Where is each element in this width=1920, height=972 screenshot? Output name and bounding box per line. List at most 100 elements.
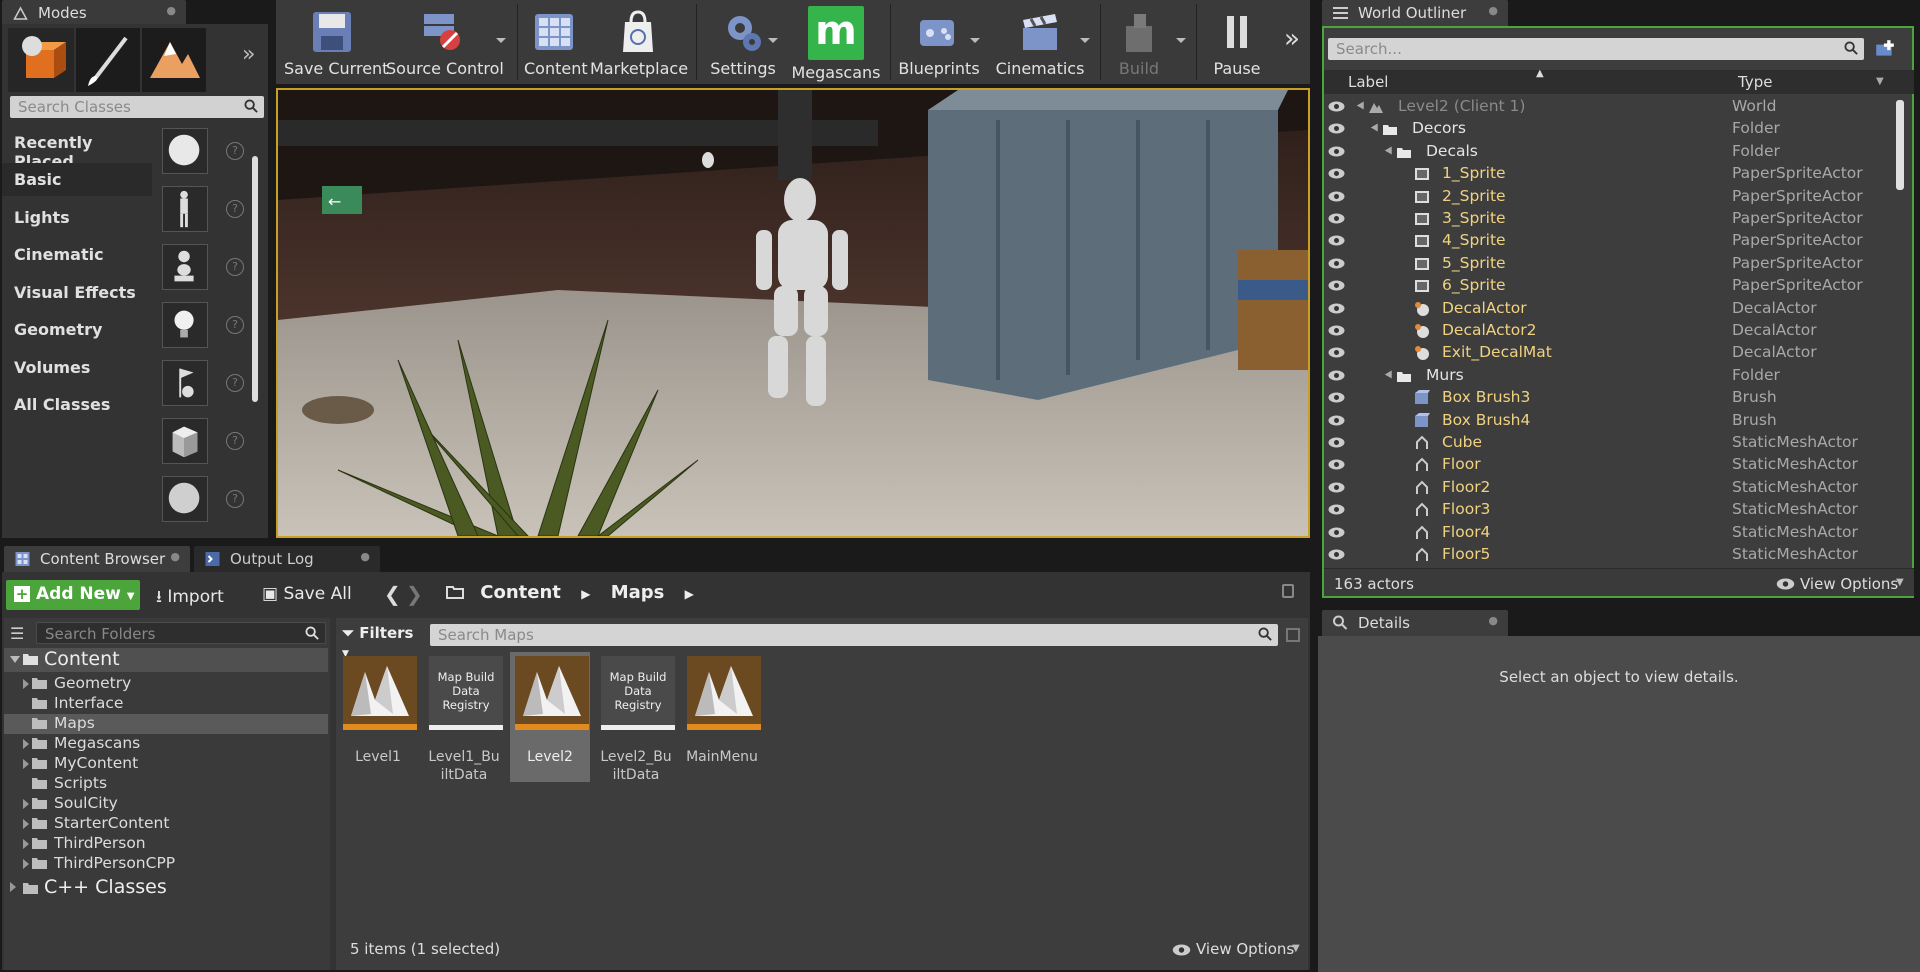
megascans-button[interactable]: m Megascans bbox=[788, 6, 884, 82]
pause-button[interactable]: Pause bbox=[1202, 6, 1272, 78]
visibility-eye-icon[interactable] bbox=[1328, 482, 1345, 493]
outliner-row[interactable]: 6_Sprite PaperSpriteActor bbox=[1324, 275, 1894, 297]
save-all-button[interactable]: ▣ Save All bbox=[262, 580, 362, 610]
help-icon[interactable]: ? bbox=[226, 316, 244, 334]
world-outliner-tab-close[interactable]: ● bbox=[1488, 4, 1498, 17]
settings-dropdown[interactable] bbox=[768, 38, 778, 43]
expand-arrow-icon[interactable] bbox=[23, 759, 29, 769]
outliner-row[interactable]: 1_Sprite PaperSpriteActor bbox=[1324, 163, 1894, 185]
save-current-button[interactable]: Save Current bbox=[284, 6, 388, 78]
breadcrumb-maps[interactable]: Maps bbox=[611, 582, 665, 603]
source-control-dropdown[interactable] bbox=[496, 38, 506, 43]
cinematics-dropdown[interactable] bbox=[1080, 38, 1090, 43]
more-modes-icon[interactable]: » bbox=[242, 44, 262, 66]
visibility-eye-icon[interactable] bbox=[1328, 347, 1345, 358]
help-icon[interactable]: ? bbox=[226, 432, 244, 450]
visibility-eye-icon[interactable] bbox=[1328, 191, 1345, 202]
content-button[interactable]: Content bbox=[524, 6, 588, 78]
visibility-eye-icon[interactable] bbox=[1328, 303, 1345, 314]
blueprints-dropdown[interactable] bbox=[970, 38, 980, 43]
folder-item-selected[interactable]: Maps bbox=[4, 714, 328, 734]
outliner-row[interactable]: Decors Folder bbox=[1324, 118, 1894, 140]
marketplace-button[interactable]: Marketplace bbox=[590, 6, 688, 78]
visibility-eye-icon[interactable] bbox=[1328, 325, 1345, 336]
visibility-eye-icon[interactable] bbox=[1328, 101, 1345, 112]
output-log-tab[interactable]: Output Log ● bbox=[194, 546, 380, 572]
help-icon[interactable]: ? bbox=[226, 142, 244, 160]
expand-arrow-icon[interactable] bbox=[10, 882, 16, 892]
visibility-eye-icon[interactable] bbox=[1328, 280, 1345, 291]
output-log-tab-close[interactable]: ● bbox=[360, 550, 370, 563]
landscape-mode-button[interactable] bbox=[142, 28, 206, 92]
placeable-empty-actor[interactable] bbox=[162, 128, 208, 174]
content-browser-tab[interactable]: Content Browser ● bbox=[4, 546, 190, 572]
add-folder-icon[interactable] bbox=[1874, 38, 1896, 60]
outliner-row[interactable]: Decals Folder bbox=[1324, 141, 1894, 163]
asset-tile-level2-builtdata[interactable]: Map Build Data Registry Level2_BuiltData bbox=[596, 656, 676, 783]
folder-root-row[interactable]: Content bbox=[4, 648, 328, 672]
cinematics-button[interactable]: Cinematics bbox=[992, 6, 1088, 78]
expand-arrow-icon[interactable] bbox=[10, 656, 20, 663]
folder-search-input[interactable]: Search Folders bbox=[36, 622, 326, 644]
cpp-classes-row[interactable]: C++ Classes bbox=[4, 876, 328, 900]
placeable-point-light[interactable] bbox=[162, 302, 208, 348]
help-icon[interactable]: ? bbox=[226, 490, 244, 508]
lock-icon[interactable] bbox=[1282, 584, 1294, 598]
folder-item[interactable]: ThirdPerson bbox=[4, 834, 328, 854]
placeables-scrollbar[interactable] bbox=[252, 156, 258, 402]
outliner-row[interactable]: Murs Folder bbox=[1324, 365, 1894, 387]
placeable-sphere[interactable] bbox=[162, 476, 208, 522]
expand-arrow-icon[interactable] bbox=[1370, 123, 1382, 134]
placeable-player-start[interactable] bbox=[162, 360, 208, 406]
world-outliner-tab[interactable]: World Outliner ● bbox=[1322, 0, 1508, 26]
visibility-eye-icon[interactable] bbox=[1328, 213, 1345, 224]
build-dropdown[interactable] bbox=[1176, 38, 1186, 43]
level-viewport[interactable]: ← bbox=[276, 88, 1310, 538]
history-forward-icon[interactable]: ❯ bbox=[406, 582, 423, 606]
add-new-button[interactable]: + Add New ▼ bbox=[6, 580, 140, 610]
outliner-row[interactable]: Floor4 StaticMeshActor bbox=[1324, 522, 1894, 544]
outliner-row[interactable]: 2_Sprite PaperSpriteActor bbox=[1324, 186, 1894, 208]
expand-arrow-icon[interactable] bbox=[23, 819, 29, 829]
outliner-row[interactable]: Cube StaticMeshActor bbox=[1324, 432, 1894, 454]
expand-arrow-icon[interactable] bbox=[23, 859, 29, 869]
outliner-search-input[interactable]: Search... bbox=[1328, 38, 1864, 60]
placeable-pawn[interactable] bbox=[162, 244, 208, 290]
breadcrumb-content[interactable]: Content bbox=[480, 582, 561, 603]
more-toolbar-icon[interactable]: » bbox=[1284, 24, 1300, 54]
outliner-row[interactable]: 4_Sprite PaperSpriteActor bbox=[1324, 230, 1894, 252]
modes-tab-close[interactable]: ● bbox=[166, 4, 176, 17]
outliner-row[interactable]: DecalActor2 DecalActor bbox=[1324, 320, 1894, 342]
build-button[interactable]: Build bbox=[1104, 6, 1174, 78]
details-tab-close[interactable]: ● bbox=[1488, 614, 1498, 627]
outliner-row[interactable]: Floor StaticMeshActor bbox=[1324, 454, 1894, 476]
folder-item[interactable]: Geometry bbox=[4, 674, 328, 694]
expand-arrow-icon[interactable] bbox=[23, 739, 29, 749]
outliner-row[interactable]: Exit_DecalMat DecalActor bbox=[1324, 342, 1894, 364]
expand-arrow-icon[interactable] bbox=[1384, 370, 1396, 381]
visibility-eye-icon[interactable] bbox=[1328, 168, 1345, 179]
asset-tile-level2-selected[interactable]: Level2 bbox=[510, 652, 590, 782]
visibility-eye-icon[interactable] bbox=[1328, 549, 1345, 560]
place-mode-button[interactable] bbox=[8, 28, 74, 92]
type-column-header[interactable]: Type bbox=[1738, 73, 1772, 91]
history-back-icon[interactable]: ❮ bbox=[384, 582, 401, 606]
outliner-row[interactable]: Level2 (Client 1) World bbox=[1324, 96, 1894, 118]
outliner-view-options[interactable]: View Options bbox=[1800, 575, 1898, 593]
folder-item[interactable]: Megascans bbox=[4, 734, 328, 754]
visibility-eye-icon[interactable] bbox=[1328, 146, 1345, 157]
outliner-row[interactable]: DecalActor DecalActor bbox=[1324, 298, 1894, 320]
folder-item[interactable]: SoulCity bbox=[4, 794, 328, 814]
folder-item[interactable]: ThirdPersonCPP bbox=[4, 854, 328, 874]
folder-item[interactable]: Interface bbox=[4, 694, 328, 714]
filters-button[interactable]: ⏷ Filters ▼ bbox=[342, 624, 418, 659]
outliner-row[interactable]: Floor2 StaticMeshActor bbox=[1324, 477, 1894, 499]
toggle-sources-icon[interactable]: ☰ bbox=[10, 624, 24, 643]
visibility-eye-icon[interactable] bbox=[1328, 415, 1345, 426]
asset-tile-mainmenu[interactable]: MainMenu bbox=[682, 656, 762, 782]
outliner-row[interactable]: Floor5 StaticMeshActor bbox=[1324, 544, 1894, 566]
classes-search-input[interactable]: Search Classes bbox=[10, 96, 264, 118]
folder-item[interactable]: MyContent bbox=[4, 754, 328, 774]
placeable-cube[interactable] bbox=[162, 418, 208, 464]
outliner-row[interactable]: Floor3 StaticMeshActor bbox=[1324, 499, 1894, 521]
